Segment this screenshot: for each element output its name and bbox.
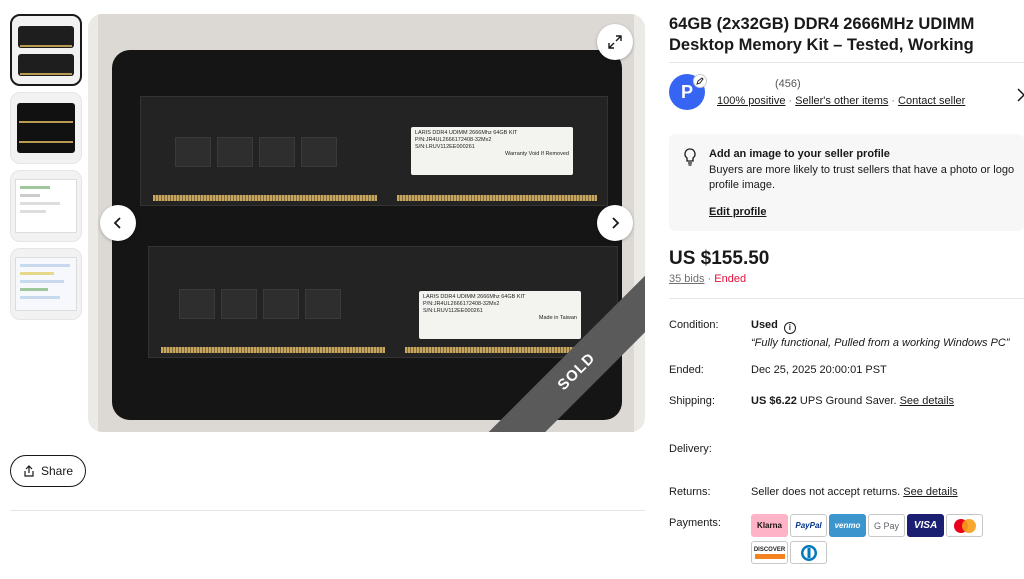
info-icon[interactable]: i [783,322,796,334]
mastercard-icon [946,514,983,537]
returns-text: Seller does not accept returns. [751,486,904,498]
bids-status: 35 bids · Ended [669,273,746,285]
payments-label: Payments: [669,517,721,529]
prev-image-button[interactable] [100,205,136,241]
shipping-price: US $6.22 [751,395,797,407]
pencil-icon[interactable] [693,74,707,88]
chevron-left-icon [113,217,121,229]
ended-label: Ended: [669,364,704,376]
feedback-count[interactable]: (456) [775,78,801,90]
ram-label-line2: P/N:JR4UL2666172408-32Mx2 [415,137,492,143]
ram-label-line3: S/N:LRUV112EE000261 [415,144,475,150]
expand-icon [608,35,622,49]
sellers-other-items-link[interactable]: Seller's other items [795,95,888,107]
chevron-right-icon[interactable] [1017,88,1024,102]
condition-label: Condition: [669,319,719,331]
discover-icon: DISCOVER [751,541,788,564]
contact-seller-link[interactable]: Contact seller [898,95,965,107]
expand-button[interactable] [597,24,633,60]
thumbnail-3[interactable] [10,170,82,242]
ram-label-line3: S/N:LRUV112EE000261 [423,308,483,314]
condition-value: Used [751,319,778,331]
ended-status: Ended [714,273,747,285]
delivery-label: Delivery: [669,443,712,455]
chevron-right-icon [612,217,620,229]
ram-label-line1: LARIS DDR4 UDIMM 2666Mhz 64GB KIT [423,294,526,300]
bids-link[interactable]: 35 bids [669,273,704,285]
discover-label: DISCOVER [753,546,786,553]
thumbnail-4[interactable] [10,248,82,320]
ram-label-bottom: LARIS DDR4 UDIMM 2666Mhz 64GB KIT P/N:JR… [419,291,581,339]
profile-image-prompt: Add an image to your seller profile Buye… [669,134,1024,231]
seller-links: 100% positive · Seller's other items · Conta… [717,95,965,107]
edit-profile-link[interactable]: Edit profile [709,206,766,218]
share-button[interactable]: Share [10,455,86,487]
lightbulb-icon [684,148,696,166]
listing-title: 64GB (2x32GB) DDR4 2666MHz UDIMM Desktop… [669,15,975,54]
shipping-method: UPS Ground Saver. [796,395,900,407]
separator: · [788,95,793,107]
visa-icon: VISA [907,514,944,537]
price: US $155.50 [669,248,770,269]
ram-label-made: Made in Taiwan [538,315,577,321]
shipping-label: Shipping: [669,395,715,407]
divider [669,298,1024,299]
positive-feedback-link[interactable]: 100% positive [717,95,786,107]
share-label: Share [40,464,74,478]
shipping-value: US $6.22 UPS Ground Saver. See details [751,395,954,407]
main-product-image[interactable]: LARIS DDR4 UDIMM 2666Mhz 64GB KIT P/N:JR… [88,14,645,432]
profile-prompt-title: Add an image to your seller profile [709,148,890,160]
thumbnail-2[interactable] [10,92,82,164]
condition-note: “Fully functional, Pulled from a working… [751,337,1010,349]
returns-value: Seller does not accept returns. See deta… [751,486,958,498]
profile-prompt-text: Buyers are more likely to trust sellers … [709,164,1015,191]
venmo-icon: venmo [829,514,866,537]
returns-label: Returns: [669,486,711,498]
separator: · [704,273,715,285]
payment-methods: Klarna PayPal venmo G Pay VISA DISCOVER [751,514,991,566]
ram-label-line1: LARIS DDR4 UDIMM 2666Mhz 64GB KIT [415,130,518,136]
ram-label-top: LARIS DDR4 UDIMM 2666Mhz 64GB KIT P/N:JR… [411,127,573,175]
thumbnail-1[interactable] [10,14,82,86]
klarna-icon: Klarna [751,514,788,537]
condition-value-row: Used i [751,319,796,334]
divider [10,510,645,511]
ram-label-line2: P/N:JR4UL2666172408-32Mx2 [423,301,500,307]
divider [669,62,1024,63]
diners-club-icon [790,541,827,564]
ram-label-warranty: Warranty Void If Removed [505,151,569,157]
separator: · [891,95,896,107]
google-pay-icon: G Pay [868,514,905,537]
share-icon [24,465,34,477]
shipping-see-details-link[interactable]: See details [900,395,954,407]
returns-see-details-link[interactable]: See details [903,486,957,498]
thumbnail-strip [10,14,82,326]
next-image-button[interactable] [597,205,633,241]
ended-value: Dec 25, 2025 20:00:01 PST [751,364,887,376]
paypal-icon: PayPal [790,514,827,537]
